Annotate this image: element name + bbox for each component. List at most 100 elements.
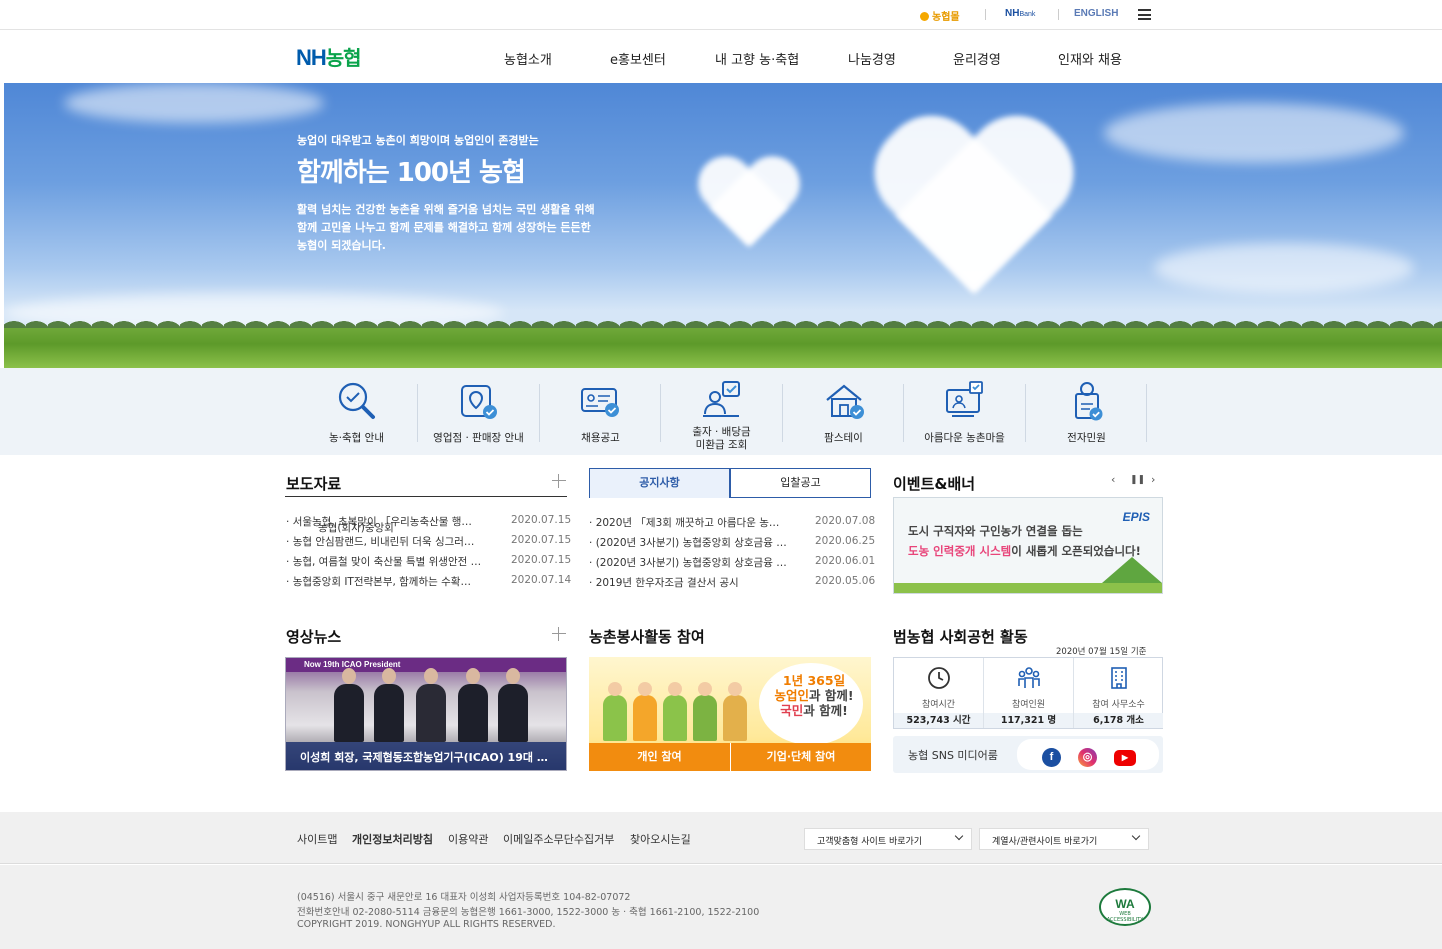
quick-label: 아름다운 농촌마을 xyxy=(924,432,1005,444)
banner-line2-rest: 이 새롭게 오픈되었습니다! xyxy=(1011,544,1141,558)
list-item[interactable]: · 농협 안심팜랜드, 비내린뒤 더욱 싱그러… 2020.07.15 xyxy=(286,534,571,548)
heart-cloud xyxy=(864,123,1084,323)
wa-mark-sub: WEB ACCESSIBILITY xyxy=(1106,911,1144,923)
stat-label: 참여시간 xyxy=(921,700,956,710)
affiliate-site-select[interactable]: 계열사/관련사이트 바로가기 xyxy=(979,828,1149,850)
stats-date: 2020년 07월 15일 기준 xyxy=(1056,647,1147,657)
divider xyxy=(1058,9,1059,20)
quick-label: 출자 · 배당금 미환급 조회 xyxy=(692,426,751,451)
news-title: 농협, 여름철 맞이 축산물 특별 위생안전 … xyxy=(292,556,482,568)
nav-about[interactable]: 농협소개 xyxy=(504,49,552,68)
corporate-join-button[interactable]: 기업·단체 참여 xyxy=(730,743,871,771)
press-more-icon[interactable] xyxy=(552,474,566,488)
footer-link-directions[interactable]: 찾아오시는길 xyxy=(630,831,691,847)
tab-notice[interactable]: 공지사항 xyxy=(589,468,730,498)
hero-subtitle: 농업이 대우받고 농촌이 희망이며 농업인이 존경받는 xyxy=(297,134,539,147)
slogan-line2a: 농업인 xyxy=(774,688,809,703)
instagram-icon[interactable]: ◎ xyxy=(1078,748,1097,767)
video-caption: 이성희 회장, 국제협동조합농업기구(ICAO) 19대 회장 취임 xyxy=(286,742,566,770)
quick-branch-info[interactable]: 영업점 · 판매장 안내 xyxy=(418,368,539,455)
list-item[interactable]: · 2019년 한우자조금 결산서 공시 2020.05.06 xyxy=(589,575,875,589)
notice-date: 2020.06.25 xyxy=(815,535,876,547)
volunteer-figure xyxy=(723,682,747,741)
stat-value: 523,743 시간 xyxy=(894,713,983,728)
nh-mall-icon xyxy=(920,12,929,21)
nh-logo[interactable]: NH농협 xyxy=(296,42,362,71)
volunteer-slogan: 1년 365일 농업인과 함께! 국민과 함께! xyxy=(769,673,859,718)
nav-sharing[interactable]: 나눔경영 xyxy=(848,49,896,68)
select-label: 고객맞춤형 사이트 바로가기 xyxy=(817,837,923,847)
stat-value: 6,178 개소 xyxy=(1074,713,1163,728)
nh-bank-small: Bank xyxy=(1019,11,1036,18)
event-title: 이벤트&배너 xyxy=(893,475,976,493)
list-item[interactable]: · (2020년 3사분기) 농협중앙회 상호금융 … 2020.06.01 xyxy=(589,555,875,569)
header: NH농협 농협소개 e홍보센터 내 고향 농·축협 나눔경영 윤리경영 인재와 … xyxy=(0,30,1442,83)
footer-link-terms[interactable]: 이용약관 xyxy=(448,831,488,847)
clock-icon xyxy=(928,667,950,689)
footer-link-email-refusal[interactable]: 이메일주소무단수집거부 xyxy=(503,831,614,847)
ground-shape xyxy=(894,583,1162,593)
tab-bidding[interactable]: 입찰공고 xyxy=(730,468,871,498)
nh-mall-link[interactable]: 농협몰 xyxy=(920,8,960,23)
heart-cloud-small xyxy=(694,158,804,258)
customer-site-select[interactable]: 고객맞춤형 사이트 바로가기 xyxy=(804,828,972,850)
nav-pr-center[interactable]: e홍보센터 xyxy=(610,49,666,68)
volunteer-figure xyxy=(663,682,687,741)
nav-hometown[interactable]: 내 고향 농·축협 xyxy=(715,49,799,68)
prev-arrow-icon[interactable]: ‹ xyxy=(1111,473,1115,486)
chevron-down-icon xyxy=(954,831,964,841)
quick-recruit[interactable]: 채용공고 xyxy=(540,368,661,455)
list-item[interactable]: · 농협중앙회 IT전략본부, 함께하는 수확… 2020.07.14 xyxy=(286,574,571,588)
sns-icons-wrap: f ◎ ▶ xyxy=(1017,739,1159,770)
notice-title: 2020년 「제3회 깨끗하고 아름다운 농… xyxy=(595,517,780,529)
footer-link-privacy[interactable]: 개인정보처리방침 xyxy=(352,831,433,847)
video-thumbnail[interactable]: Now 19th ICAO President 이성희 회장, 국제협동조합농업… xyxy=(285,657,567,771)
select-label: 계열사/관련사이트 바로가기 xyxy=(992,837,1098,847)
list-item[interactable]: · 2020년 「제3회 깨끗하고 아름다운 농… 2020.07.08 xyxy=(589,515,875,529)
news-date: 2020.07.15 xyxy=(511,554,572,566)
certificate-icon xyxy=(1075,382,1103,421)
social-title: 범농협 사회공헌 활동 xyxy=(893,628,1028,646)
list-item[interactable]: · (2020년 3사분기) 농협중앙회 상호금융 … 2020.06.25 xyxy=(589,535,875,549)
notice-date: 2020.05.06 xyxy=(815,575,876,587)
video-more-icon[interactable] xyxy=(552,627,566,641)
wa-mark-text: WA xyxy=(1115,897,1135,911)
menu-icon[interactable] xyxy=(1138,9,1151,20)
nav-ethics[interactable]: 윤리경영 xyxy=(953,49,1001,68)
quick-farmstay[interactable]: 팜스테이 xyxy=(783,368,904,455)
quick-e-civil[interactable]: 전자민원 xyxy=(1026,368,1147,455)
notice-date: 2020.06.01 xyxy=(815,555,876,567)
youtube-icon[interactable]: ▶ xyxy=(1114,750,1136,766)
pause-icon[interactable]: ❚❚ xyxy=(1130,475,1145,485)
nh-mall-label: 농협몰 xyxy=(932,12,960,23)
cloud xyxy=(1104,103,1404,163)
quick-label: 농·축협 안내 xyxy=(329,432,384,444)
quick-beautiful-village[interactable]: 아름다운 농촌마을 xyxy=(904,368,1025,455)
consult-icon xyxy=(703,381,740,417)
personal-join-button[interactable]: 개인 참여 xyxy=(589,743,730,771)
nh-bank-link[interactable]: NHBank xyxy=(1005,8,1035,19)
notice-title: (2020년 3사분기) 농협중앙회 상호금융 … xyxy=(595,537,787,549)
next-arrow-icon[interactable]: › xyxy=(1151,473,1155,486)
quick-menu: 농·축협 안내 영업점 · 판매장 안내 채용공고 출자 · 배당금 미환급 조… xyxy=(0,368,1442,455)
quick-dividend-lookup[interactable]: 출자 · 배당금 미환급 조회 xyxy=(661,368,782,455)
search-icon xyxy=(338,382,375,419)
web-accessibility-mark-icon: WA WEB ACCESSIBILITY xyxy=(1099,888,1151,926)
stat-hours: 참여시간 523,743 시간 xyxy=(894,658,983,728)
list-item[interactable]: · 농협, 여름철 맞이 축산물 특별 위생안전 … 2020.07.15 xyxy=(286,554,571,568)
footer-phone: 전화번호안내 02-2080-5114 금융문의 농협은행 1661-3000,… xyxy=(297,907,760,918)
utility-bar: 농협몰 NHBank ENGLISH xyxy=(0,0,1442,30)
facebook-icon[interactable]: f xyxy=(1042,748,1061,767)
stats-panel: 참여시간 523,743 시간 참여인원 117,321 명 참여 사무소수 6… xyxy=(893,657,1163,729)
event-banner[interactable]: EPIS 도시 구직자와 구인농가 연결을 돕는 도농 인력중개 시스템이 새롭… xyxy=(893,497,1163,594)
nav-careers[interactable]: 인재와 채용 xyxy=(1058,49,1122,68)
quick-coop-info[interactable]: 농·축협 안내 xyxy=(296,368,417,455)
slogan-line2b: 과 함께! xyxy=(808,688,854,703)
hill-shape xyxy=(1102,557,1162,583)
english-link[interactable]: ENGLISH xyxy=(1074,8,1118,19)
news-date: 2020.07.15 xyxy=(511,534,572,546)
footer-link-sitemap[interactable]: 사이트맵 xyxy=(297,831,337,847)
monitor-icon xyxy=(946,381,983,417)
people-icon xyxy=(1018,667,1040,688)
quick-label: 전자민원 xyxy=(1067,432,1106,444)
